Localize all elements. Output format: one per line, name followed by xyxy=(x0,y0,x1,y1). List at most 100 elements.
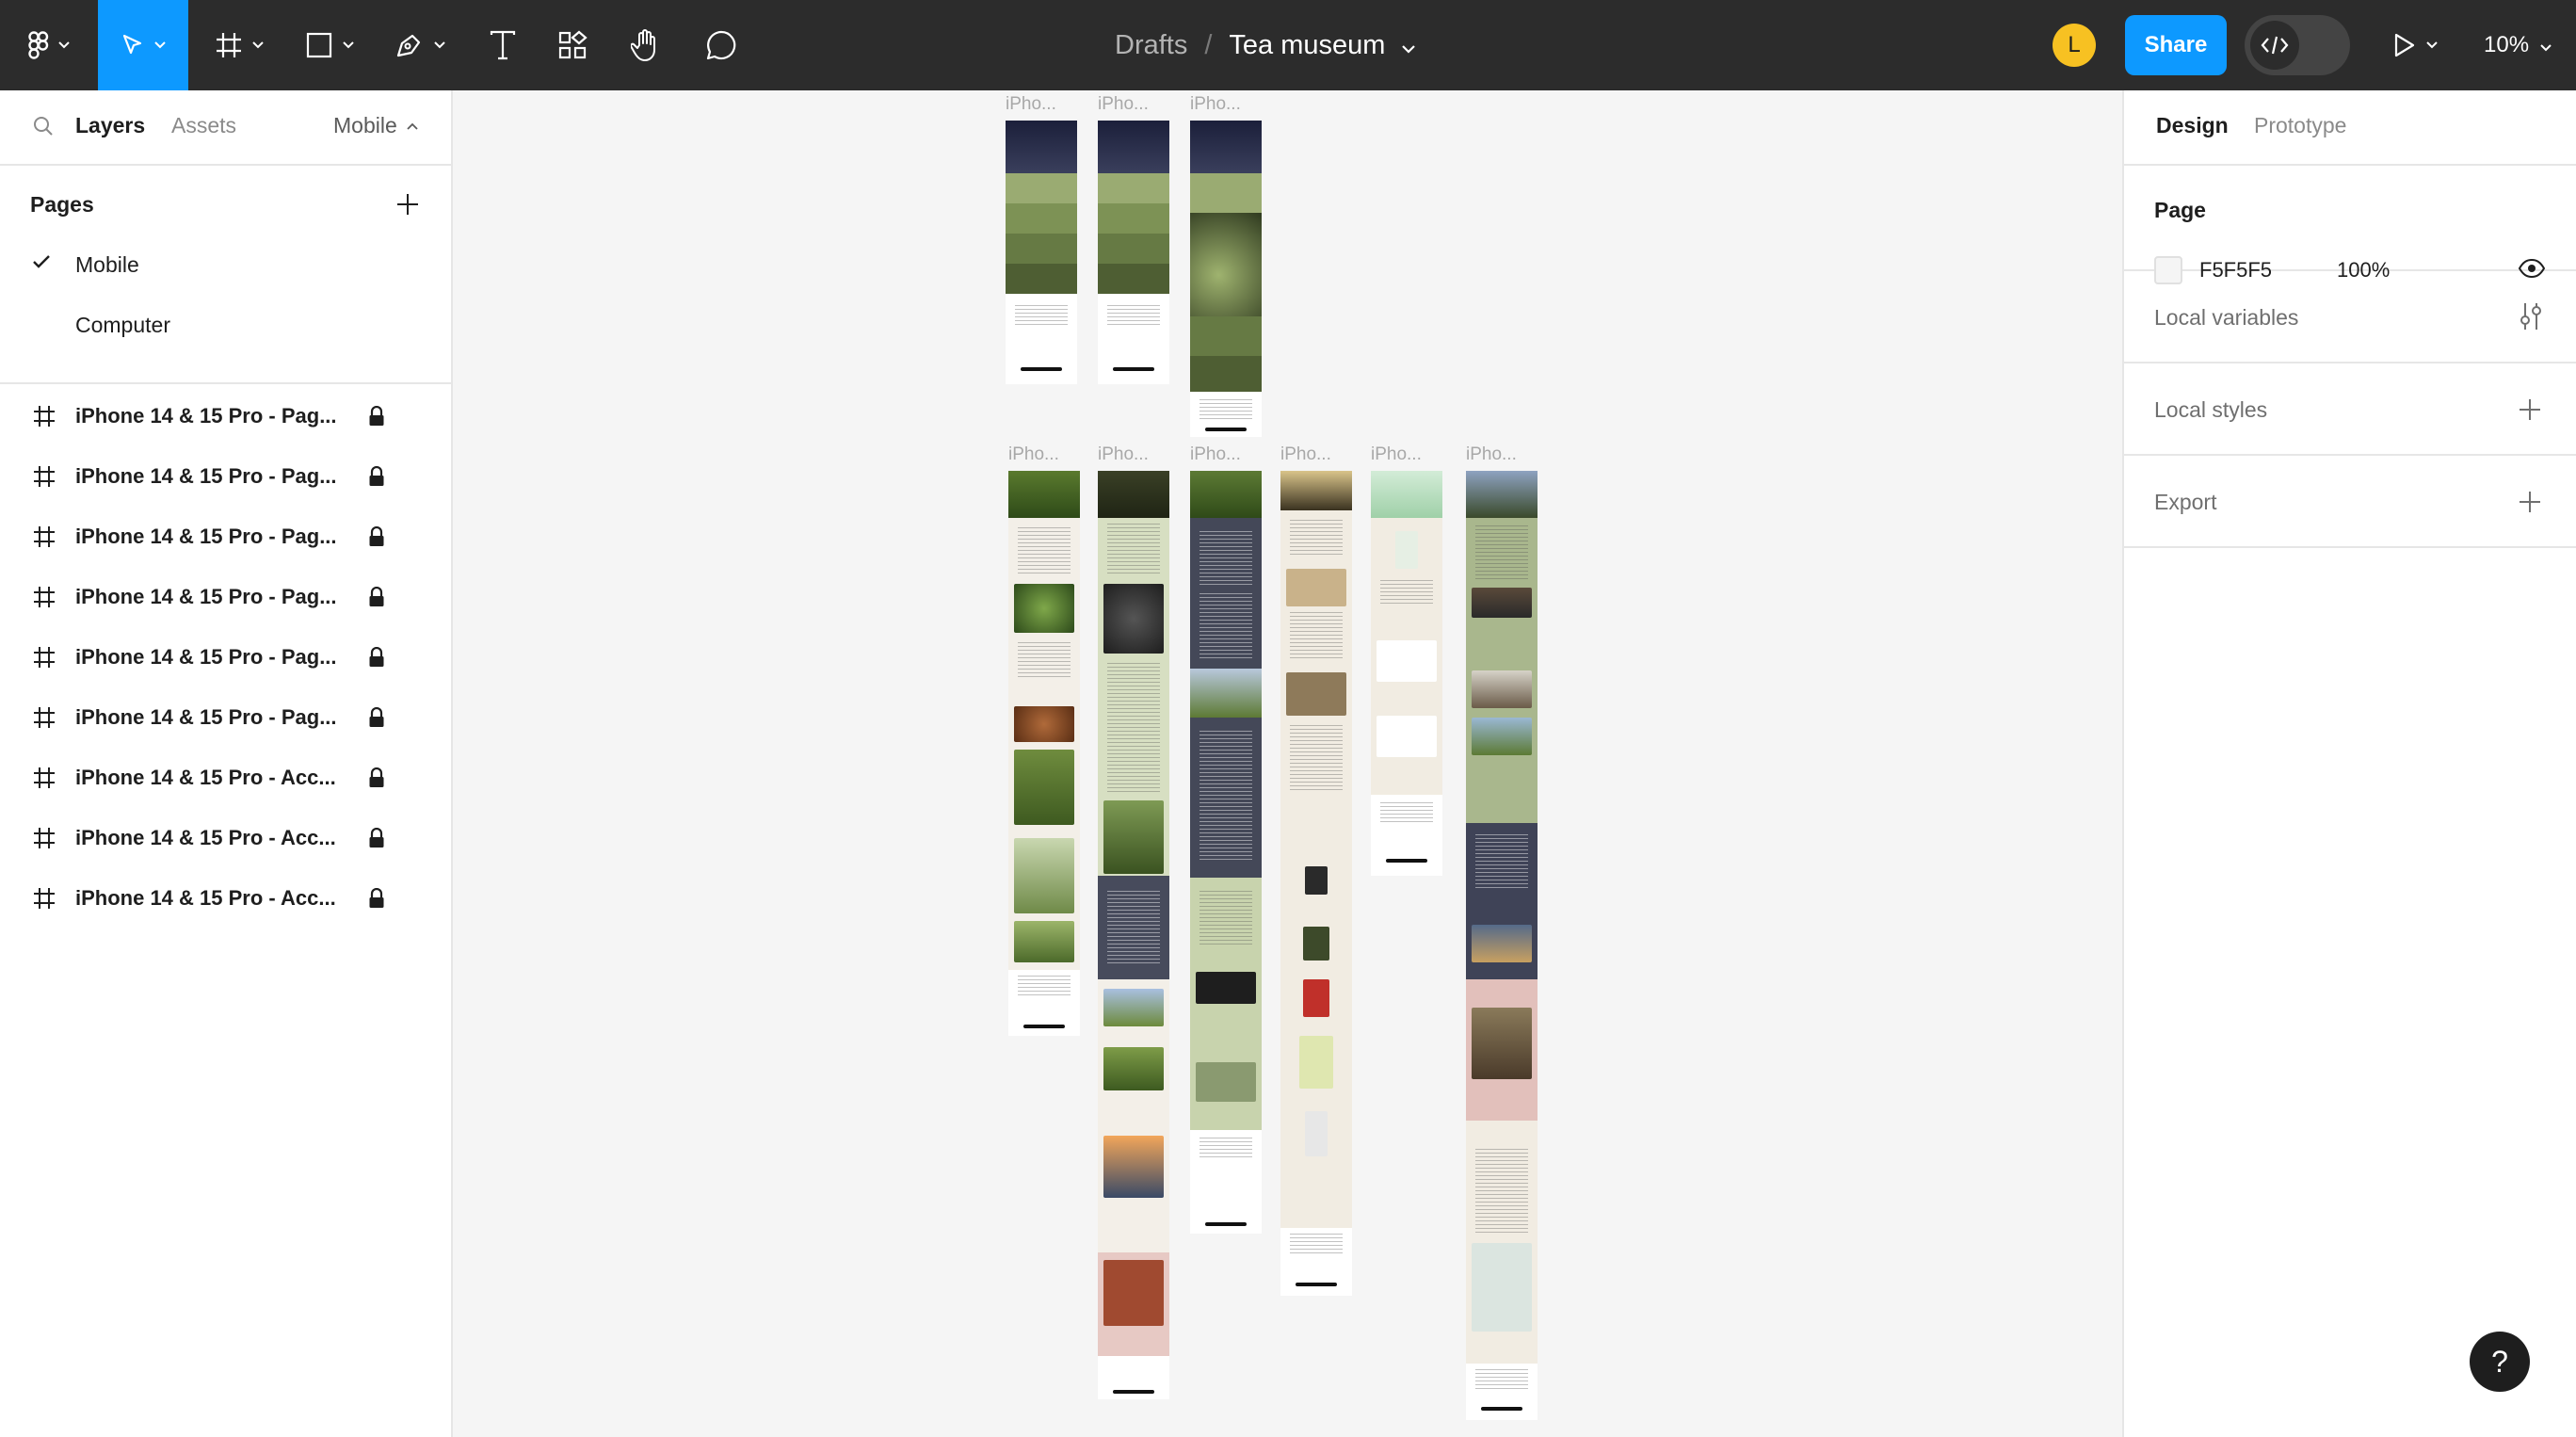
lock-icon[interactable] xyxy=(368,405,385,431)
footer-text xyxy=(1380,802,1433,823)
layer-item[interactable]: iPhone 14 & 15 Pro - Pag... xyxy=(0,507,451,567)
lock-icon[interactable] xyxy=(368,887,385,913)
layer-item[interactable]: iPhone 14 & 15 Pro - Pag... xyxy=(0,386,451,446)
local-styles-section[interactable]: Local styles xyxy=(2124,365,2576,456)
hands-photo xyxy=(1014,750,1074,825)
resources-tool-button[interactable] xyxy=(546,0,599,90)
layer-item[interactable]: iPhone 14 & 15 Pro - Pag... xyxy=(0,627,451,687)
page-section: Page F5F5F5 100% xyxy=(2124,166,2576,284)
heading-text xyxy=(1475,525,1528,582)
comment-bubble-icon xyxy=(705,29,737,61)
comment-tool-button[interactable] xyxy=(695,0,748,90)
field-photo xyxy=(1103,1047,1164,1090)
phone-frame[interactable] xyxy=(1008,471,1080,1036)
local-variables-section[interactable]: Local variables xyxy=(2124,273,2576,363)
lock-icon[interactable] xyxy=(368,525,385,552)
phone-frame[interactable] xyxy=(1098,121,1169,384)
phone-frame[interactable] xyxy=(1006,121,1077,384)
menu-block xyxy=(1006,264,1077,294)
teacup-photo xyxy=(1103,584,1164,654)
right-panel-tabs: Design Prototype xyxy=(2124,90,2576,166)
phone-frame[interactable] xyxy=(1466,471,1538,1420)
frame-label[interactable]: iPho... xyxy=(1466,444,1517,465)
lock-icon[interactable] xyxy=(368,586,385,612)
export-label: Export xyxy=(2154,490,2217,514)
breadcrumb-separator: / xyxy=(1204,29,1213,60)
search-icon[interactable] xyxy=(32,115,55,142)
map-illustration xyxy=(1196,1062,1256,1102)
dev-mode-toggle[interactable] xyxy=(2245,15,2350,75)
frame-hash-icon xyxy=(32,464,56,493)
frame-label[interactable]: iPho... xyxy=(1280,444,1331,465)
checkmark-icon xyxy=(32,254,51,274)
code-icon xyxy=(2250,21,2299,70)
menu-block xyxy=(1098,203,1169,234)
frame-label[interactable]: iPho... xyxy=(1098,444,1149,465)
layer-item[interactable]: iPhone 14 & 15 Pro - Pag... xyxy=(0,446,451,507)
tab-assets[interactable]: Assets xyxy=(171,113,236,138)
breadcrumb-drafts[interactable]: Drafts xyxy=(1115,30,1187,61)
main-menu-button[interactable] xyxy=(13,0,85,90)
add-icon[interactable] xyxy=(2518,490,2542,519)
layer-name: iPhone 14 & 15 Pro - Pag... xyxy=(75,525,337,548)
phone-frame[interactable] xyxy=(1190,471,1262,1234)
move-tool-button[interactable] xyxy=(98,0,188,90)
tab-design[interactable]: Design xyxy=(2156,113,2229,138)
zoom-dropdown[interactable]: 10% xyxy=(2484,0,2552,90)
frame-label[interactable]: iPho... xyxy=(1371,444,1422,465)
layer-item[interactable]: iPhone 14 & 15 Pro - Acc... xyxy=(0,748,451,808)
layer-item[interactable]: iPhone 14 & 15 Pro - Pag... xyxy=(0,567,451,627)
layer-item[interactable]: iPhone 14 & 15 Pro - Pag... xyxy=(0,687,451,748)
heading-text xyxy=(1107,524,1160,574)
present-button[interactable] xyxy=(2382,0,2448,90)
phone-frame[interactable] xyxy=(1371,471,1442,876)
frame-label[interactable]: iPho... xyxy=(1098,94,1149,115)
frame-label[interactable]: iPho... xyxy=(1190,444,1241,465)
page-item-computer[interactable]: Computer xyxy=(75,313,170,338)
body-text xyxy=(1290,612,1343,659)
user-avatar[interactable]: L xyxy=(2053,24,2096,67)
variables-sliders-icon[interactable] xyxy=(2518,301,2544,336)
frame-hash-icon xyxy=(32,886,56,915)
page-dropdown[interactable]: Mobile xyxy=(333,113,418,138)
hand-tool-button[interactable] xyxy=(620,0,672,90)
frame-tool-button[interactable] xyxy=(203,0,275,90)
menu-block xyxy=(1006,173,1077,203)
layer-item[interactable]: iPhone 14 & 15 Pro - Acc... xyxy=(0,868,451,928)
share-button[interactable]: Share xyxy=(2125,15,2227,75)
frame-label[interactable]: iPho... xyxy=(1006,94,1056,115)
lock-icon[interactable] xyxy=(368,646,385,672)
museum-photo xyxy=(1472,588,1532,618)
lock-icon[interactable] xyxy=(368,465,385,492)
lock-icon[interactable] xyxy=(368,827,385,853)
layer-name: iPhone 14 & 15 Pro - Acc... xyxy=(75,826,336,849)
file-name[interactable]: Tea museum xyxy=(1229,30,1385,61)
hero-banner xyxy=(1098,121,1169,173)
hero-photo xyxy=(1098,471,1169,518)
layer-item[interactable]: iPhone 14 & 15 Pro - Acc... xyxy=(0,808,451,868)
phone-frame[interactable] xyxy=(1280,471,1352,1296)
lock-icon[interactable] xyxy=(368,767,385,793)
text-tool-button[interactable] xyxy=(476,0,529,90)
add-icon[interactable] xyxy=(2518,397,2542,427)
frame-label[interactable]: iPho... xyxy=(1190,94,1241,115)
phone-frame[interactable] xyxy=(1190,121,1262,437)
tab-prototype[interactable]: Prototype xyxy=(2254,113,2346,138)
phone-frame[interactable] xyxy=(1098,471,1169,1399)
footer-text xyxy=(1199,399,1252,420)
export-section[interactable]: Export xyxy=(2124,458,2576,548)
figma-app: Drafts / Tea museum L Share 10% Layers A… xyxy=(0,0,2576,1437)
chevron-down-icon[interactable] xyxy=(1402,30,1416,61)
divider xyxy=(0,382,451,384)
pen-tool-button[interactable] xyxy=(384,0,456,90)
tab-layers[interactable]: Layers xyxy=(75,113,145,138)
lock-icon[interactable] xyxy=(368,706,385,733)
add-page-icon[interactable] xyxy=(395,192,420,221)
book-photo xyxy=(1103,1260,1164,1326)
shape-tool-button[interactable] xyxy=(294,0,365,90)
frame-hash-icon xyxy=(32,766,56,795)
page-item-mobile[interactable]: Mobile xyxy=(75,252,139,278)
help-button[interactable]: ? xyxy=(2470,1332,2530,1392)
frame-label[interactable]: iPho... xyxy=(1008,444,1059,465)
design-canvas[interactable]: iPho... iPho... iPho... iPho... iPho... … xyxy=(453,90,2122,1437)
